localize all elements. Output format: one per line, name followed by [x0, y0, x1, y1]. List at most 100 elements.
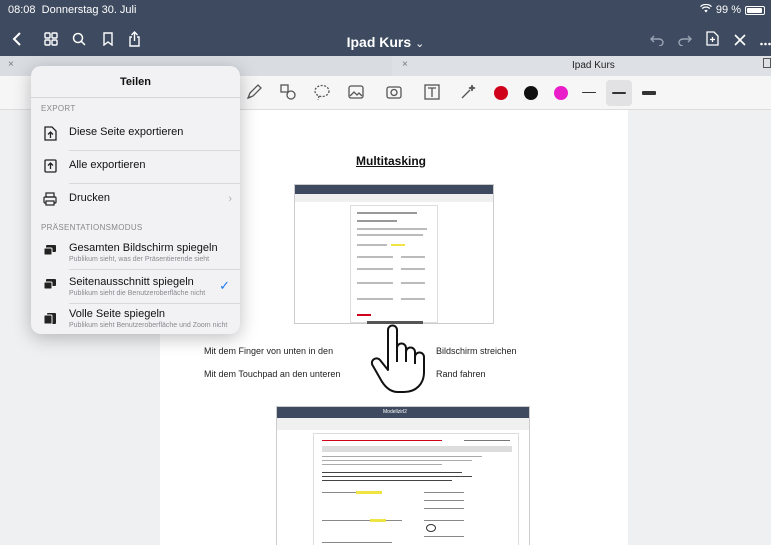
doc-line — [357, 282, 393, 284]
doc-line — [322, 476, 472, 477]
laser-pointer-icon[interactable] — [458, 83, 478, 103]
page-display-icon — [43, 312, 57, 326]
embedded-toolbar — [277, 418, 529, 430]
export-all-icon — [43, 159, 57, 173]
camera-icon[interactable] — [384, 83, 404, 103]
caption-right-1: Bildschirm streichen — [436, 346, 517, 356]
doc-line — [357, 228, 427, 230]
shapes-icon[interactable] — [278, 83, 298, 103]
status-right: 99 % — [699, 3, 765, 16]
share-popover-title: Teilen — [31, 66, 240, 98]
doc-line — [357, 314, 371, 316]
doc-line — [357, 268, 393, 270]
lasso-icon[interactable] — [312, 83, 332, 103]
embedded-doc — [313, 433, 519, 545]
export-this-page-label: Diese Seite exportieren — [69, 126, 184, 138]
mirror-page-section-sub: Publikum sieht die Benutzeroberfläche ni… — [69, 290, 206, 297]
doc-line — [401, 256, 425, 258]
doc-line — [322, 464, 442, 465]
doc-line — [322, 460, 472, 461]
stroke-thin-option[interactable] — [582, 92, 596, 93]
embedded-nav-bar — [295, 185, 493, 194]
doc-band — [322, 446, 512, 452]
presentation-section-header: PRÄSENTATIONSMODUS — [41, 223, 143, 232]
doc-line — [424, 492, 464, 493]
stroke-medium-line — [612, 92, 626, 94]
doc-line — [401, 268, 425, 270]
embedded-screenshot — [294, 184, 494, 324]
page-heading: Multitasking — [356, 154, 427, 168]
embedded-screenshot-2: Modellzirl2 — [276, 406, 530, 545]
doc-line — [357, 298, 393, 300]
doc-line — [322, 440, 442, 441]
status-time: 08:08 Donnerstag 30. Juli — [8, 4, 137, 16]
redo-icon[interactable] — [678, 31, 692, 51]
embedded-nav-bar: Modellzirl2 — [277, 407, 529, 418]
undo-icon[interactable] — [650, 31, 664, 51]
share-popover: Teilen EXPORT Diese Seite exportieren Al… — [31, 66, 240, 334]
display-icon — [43, 278, 57, 292]
doc-line — [357, 220, 397, 222]
nav-bar: Ipad Kurs ⌄ — [0, 28, 771, 56]
doc-circle — [426, 524, 436, 532]
doc-highlight — [370, 519, 386, 522]
checkmark-icon: ✓ — [219, 278, 230, 293]
battery-percent: 99 % — [715, 4, 741, 16]
mirror-full-screen-sub: Publikum sieht, was der Präsentierende s… — [69, 256, 210, 263]
doc-line — [401, 298, 425, 300]
doc-line — [464, 440, 510, 441]
doc-line — [424, 536, 464, 537]
doc-line — [322, 542, 392, 543]
chevron-right-icon: › — [228, 193, 232, 205]
battery-icon — [745, 5, 765, 15]
status-bar: 08:08 Donnerstag 30. Juli 99 % — [0, 0, 771, 20]
doc-highlight — [391, 244, 405, 246]
top-bar: 08:08 Donnerstag 30. Juli 99 % Ipad Kurs… — [0, 0, 771, 56]
doc-line — [357, 256, 393, 258]
doc-highlight — [356, 491, 382, 494]
caption-left-2: Mit dem Touchpad an den unteren — [204, 369, 341, 379]
tab-label[interactable]: Ipad Kurs — [572, 60, 615, 71]
mirror-page-section-label: Seitenausschnitt spiegeln — [69, 276, 194, 288]
mirror-full-page-sub: Publikum sieht Benutzeroberfläche und Zo… — [69, 322, 228, 329]
pencil-icon[interactable] — [244, 83, 264, 103]
stroke-thick-option[interactable] — [642, 91, 656, 95]
doc-line — [424, 500, 464, 501]
printer-icon — [43, 192, 57, 206]
more-icon[interactable] — [760, 31, 771, 51]
mirror-full-screen-label: Gesamten Bildschirm spiegeln — [69, 242, 218, 254]
doc-line — [322, 472, 462, 473]
export-section-header: EXPORT — [41, 104, 76, 113]
display-icon — [43, 244, 57, 258]
tab-close-icon[interactable]: × — [8, 59, 14, 70]
color-magenta-swatch[interactable] — [554, 86, 568, 100]
doc-line — [357, 212, 417, 214]
image-icon[interactable] — [346, 83, 366, 103]
tab-close-icon[interactable]: × — [402, 59, 408, 70]
doc-line — [357, 244, 387, 246]
close-icon[interactable] — [734, 31, 746, 51]
print-label: Drucken — [69, 192, 110, 204]
mirror-full-screen-item[interactable]: Gesamten Bildschirm spiegeln Publikum si… — [31, 236, 240, 268]
export-all-item[interactable]: Alle exportieren — [31, 151, 240, 183]
mirror-full-page-item[interactable]: Volle Seite spiegeln Publikum sieht Benu… — [31, 304, 240, 334]
caption-left-1: Mit dem Finger von unten in den — [204, 346, 334, 356]
caption-right-2: Rand fahren — [436, 369, 486, 379]
doc-line — [424, 508, 464, 509]
doc-line — [357, 234, 423, 236]
doc-line — [401, 282, 425, 284]
color-red-swatch[interactable] — [494, 86, 508, 100]
embedded-toolbar — [295, 194, 493, 202]
doc-line — [424, 520, 464, 521]
text-icon[interactable] — [422, 83, 442, 103]
color-black-swatch[interactable] — [524, 86, 538, 100]
embedded-doc — [350, 205, 438, 323]
add-page-icon[interactable] — [706, 31, 719, 51]
export-all-label: Alle exportieren — [69, 159, 146, 171]
new-tab-icon[interactable] — [763, 58, 771, 71]
export-page-icon — [43, 126, 57, 141]
export-this-page-item[interactable]: Diese Seite exportieren — [31, 118, 240, 150]
mirror-page-section-item[interactable]: Seitenausschnitt spiegeln Publikum sieht… — [31, 270, 240, 302]
hand-gesture-icon — [368, 322, 430, 401]
print-item[interactable]: Drucken › — [31, 184, 240, 216]
